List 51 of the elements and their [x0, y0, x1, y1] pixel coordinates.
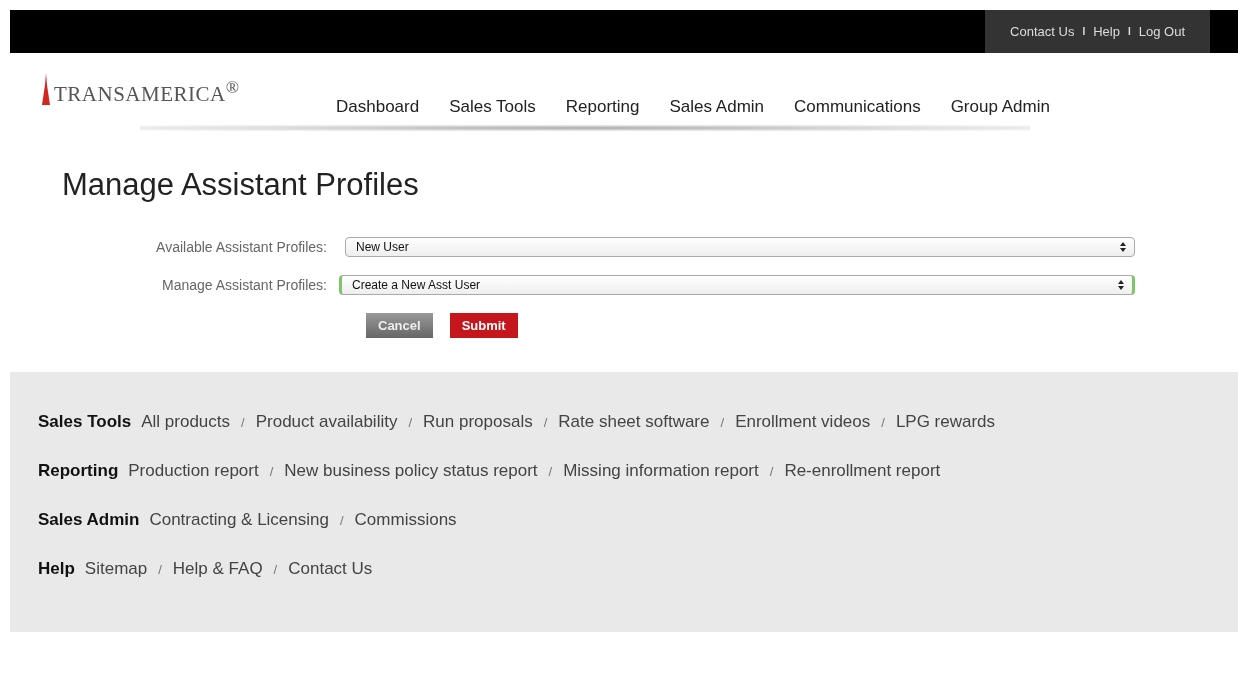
separator: I	[1082, 26, 1086, 37]
footer-link[interactable]: Enrollment videos	[735, 412, 871, 432]
footer-link[interactable]: New business policy status report	[284, 461, 538, 481]
utility-link[interactable]: Help	[1093, 24, 1120, 39]
footer-link[interactable]: Sitemap	[84, 559, 148, 579]
separator: /	[543, 415, 548, 430]
separator: I	[1127, 26, 1131, 37]
footer-heading[interactable]: Sales Tools	[38, 412, 132, 432]
nav-link[interactable]: Sales Tools	[449, 97, 536, 117]
separator: /	[408, 415, 413, 430]
separator: /	[720, 415, 725, 430]
nav-link[interactable]: Sales Admin	[669, 97, 765, 117]
footer-link[interactable]: Production report	[128, 461, 259, 481]
separator: /	[339, 513, 344, 528]
cancel-button[interactable]: Cancel	[366, 313, 433, 338]
footer-link[interactable]: All products	[141, 412, 231, 432]
nav-link[interactable]: Reporting	[565, 97, 640, 117]
separator: /	[269, 464, 274, 479]
footer-heading[interactable]: Reporting	[38, 461, 119, 481]
footer-link[interactable]: Contact Us	[288, 559, 373, 579]
field-label: Manage Assistant Profiles:	[161, 277, 328, 293]
nav-link[interactable]: Communications	[794, 97, 921, 117]
logo-text[interactable]: TRANSAMERICA$^{®}$	[54, 79, 240, 105]
footer-link[interactable]: Product availability	[255, 412, 398, 432]
nav-link[interactable]: Dashboard	[336, 97, 420, 117]
separator: /	[241, 415, 245, 430]
footer-link[interactable]: Help & FAQ	[172, 559, 263, 579]
updown-arrow-icon	[1120, 242, 1126, 252]
utility-link[interactable]: Contact Us	[1010, 24, 1075, 39]
select-field[interactable]: Create a New Asst User	[339, 275, 1135, 295]
footer-heading[interactable]: Sales Admin	[38, 510, 140, 530]
updown-arrow-icon	[1118, 280, 1124, 290]
select-field[interactable]: New User	[345, 237, 1135, 257]
footer-link[interactable]: Re-enrollment report	[784, 461, 941, 481]
separator: /	[273, 562, 278, 577]
footer-heading[interactable]: Help	[38, 559, 75, 579]
submit-button[interactable]: Submit	[449, 313, 518, 338]
separator: /	[881, 415, 885, 430]
footer-link[interactable]: Missing information report	[563, 461, 759, 481]
separator: /	[769, 464, 774, 479]
footer-link[interactable]: Contracting & Licensing	[149, 510, 329, 530]
footer-link[interactable]: LPG rewards	[895, 412, 996, 432]
field-label: Available Assistant Profiles:	[155, 239, 328, 255]
page-title: Manage Assistant Profiles	[62, 167, 420, 203]
footer-link[interactable]: Rate sheet software	[558, 412, 710, 432]
separator: /	[158, 562, 162, 577]
separator: /	[548, 464, 553, 479]
footer-link[interactable]: Run proposals	[423, 412, 533, 432]
nav-link[interactable]: Group Admin	[950, 97, 1050, 117]
utility-link[interactable]: Log Out	[1138, 24, 1185, 39]
footer-link[interactable]: Commissions	[354, 510, 457, 530]
